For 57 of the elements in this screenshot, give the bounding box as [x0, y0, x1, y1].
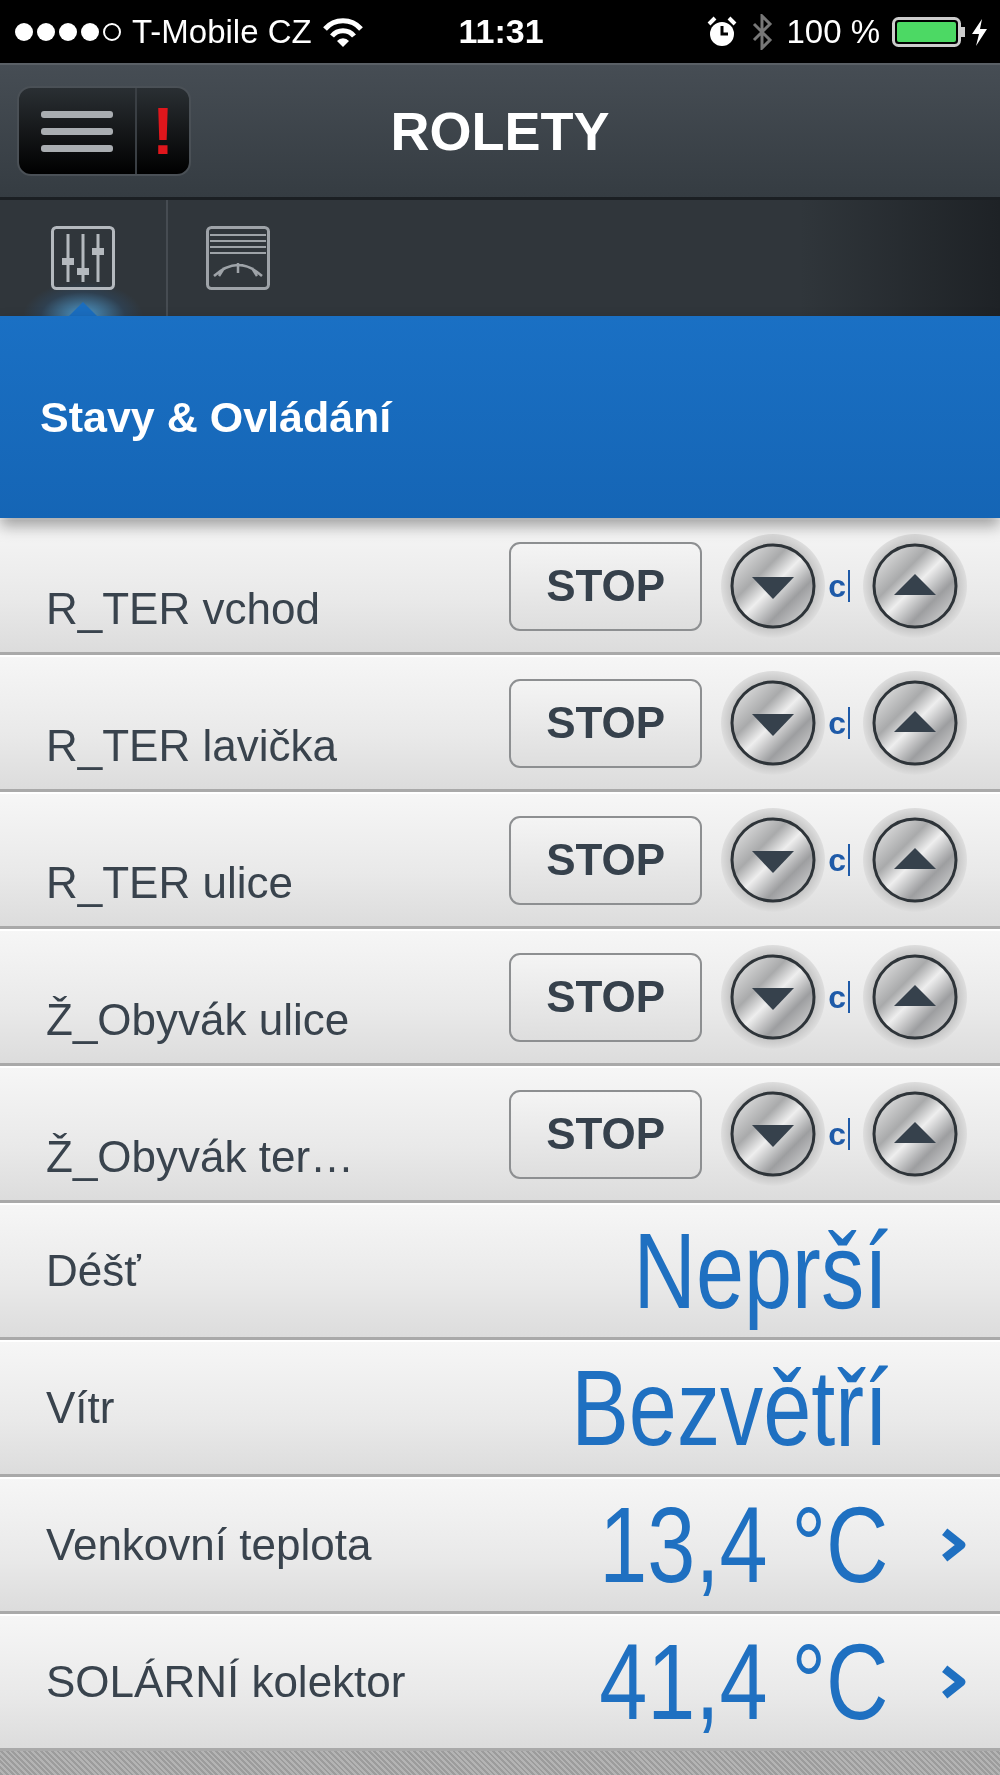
blind-name: Ž_Obyvák ulice — [46, 995, 351, 1046]
down-button[interactable] — [720, 944, 827, 1050]
sliders-icon — [51, 226, 115, 290]
stop-button[interactable]: STOP — [509, 952, 703, 1042]
reading-label: Venkovní teplota — [46, 1520, 373, 1570]
down-arrow-icon — [752, 1125, 795, 1147]
blind-icon — [206, 226, 270, 290]
up-button[interactable] — [862, 533, 968, 639]
menu-icon — [41, 110, 113, 152]
blind-status: c — [828, 1118, 850, 1150]
blind-status: c — [828, 844, 850, 876]
reading-value: Bezvětří — [571, 1345, 888, 1470]
blind-name: Ž_Obyvák ter… — [46, 1132, 356, 1183]
blind-status: c — [828, 707, 850, 739]
battery-icon — [892, 16, 988, 47]
wifi-icon — [321, 16, 364, 47]
down-arrow-icon — [752, 714, 795, 736]
reading-label: Vítr — [46, 1383, 116, 1433]
up-button[interactable] — [862, 670, 968, 776]
stop-button[interactable]: STOP — [509, 815, 703, 905]
blind-name: R_TER lavička — [46, 721, 338, 772]
blind-status: c — [828, 570, 850, 602]
up-arrow-icon — [894, 1122, 936, 1143]
down-button[interactable] — [720, 807, 827, 913]
up-button[interactable] — [862, 944, 968, 1050]
reading-value: Neprší — [633, 1208, 888, 1333]
reading-value: 13,4 °C — [598, 1482, 888, 1607]
reading-value: 41,4 °C — [598, 1619, 888, 1744]
stop-button[interactable]: STOP — [509, 678, 703, 768]
down-button[interactable] — [720, 1081, 827, 1187]
section-title: Stavy & Ovládání — [40, 392, 392, 442]
page-title: ROLETY — [390, 101, 610, 161]
alert-mark: ! — [151, 93, 175, 170]
battery-percent: 100 % — [786, 12, 880, 51]
alarm-icon — [706, 15, 739, 48]
down-arrow-icon — [752, 988, 795, 1010]
blind-name: R_TER ulice — [46, 858, 294, 909]
stop-button[interactable]: STOP — [509, 541, 703, 631]
down-button[interactable] — [720, 533, 827, 639]
menu-button[interactable]: ! — [17, 86, 191, 176]
blind-name: R_TER vchod — [46, 584, 321, 635]
carrier-name: T-Mobile CZ — [132, 12, 312, 51]
reading-label: SOLÁRNÍ kolektor — [46, 1657, 407, 1707]
up-arrow-icon — [894, 711, 936, 732]
down-arrow-icon — [752, 851, 795, 873]
stop-button[interactable]: STOP — [509, 1089, 703, 1179]
clock-time: 11:31 — [458, 12, 544, 51]
up-arrow-icon — [894, 574, 936, 595]
blind-status: c — [828, 981, 850, 1013]
up-button[interactable] — [862, 1081, 968, 1187]
up-arrow-icon — [894, 848, 936, 869]
up-arrow-icon — [894, 985, 936, 1006]
bluetooth-icon — [750, 13, 775, 50]
down-arrow-icon — [752, 577, 795, 599]
down-button[interactable] — [720, 670, 827, 776]
reading-label: Déšť — [46, 1246, 142, 1296]
up-button[interactable] — [862, 807, 968, 913]
